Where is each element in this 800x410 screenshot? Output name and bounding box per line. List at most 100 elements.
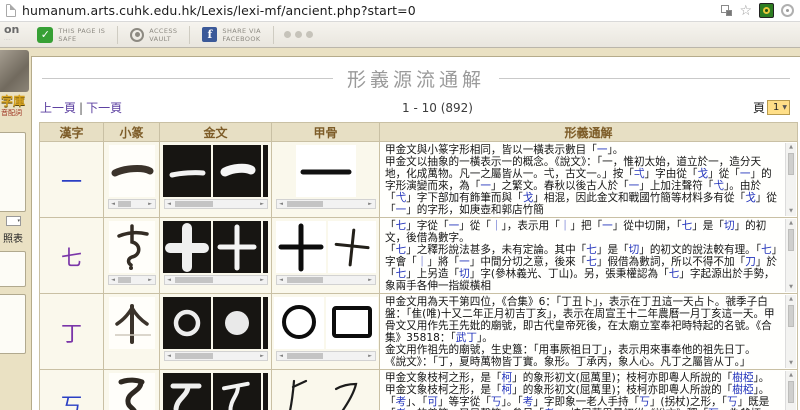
inline-char-link[interactable]: 可 (427, 396, 438, 408)
inline-char-link[interactable]: 丂 (727, 396, 738, 408)
inline-char-link[interactable]: 七 (396, 268, 407, 280)
next-page-link[interactable]: 下一頁 (86, 101, 122, 115)
seal-script-image[interactable] (109, 145, 155, 197)
extension-badge-icon[interactable] (759, 3, 774, 18)
inline-char-link[interactable]: 戈 (523, 192, 534, 204)
sidebar-dropdown[interactable]: ▾ (6, 216, 21, 226)
bronze-script-image[interactable] (263, 221, 268, 273)
bronze-script-image[interactable] (163, 221, 211, 273)
inline-char-link[interactable]: 七 (586, 244, 597, 256)
oracle-bone-image[interactable] (328, 221, 376, 273)
seal-script-image[interactable] (109, 221, 155, 273)
vertical-scrollbar[interactable]: ▲▼ (785, 295, 796, 368)
inline-char-link[interactable]: 七 (586, 256, 597, 268)
oracle-bone-image[interactable] (274, 297, 324, 349)
inline-char-link[interactable]: 丂 (639, 396, 650, 408)
inline-char-link[interactable]: 切 (629, 244, 640, 256)
inline-char-link[interactable]: 七 (669, 268, 680, 280)
inline-char-link[interactable]: 七 (682, 220, 693, 232)
char-link[interactable]: 丂 (61, 394, 82, 410)
oracle-bone-image[interactable] (276, 221, 326, 273)
seal-script-image[interactable] (109, 373, 155, 410)
inline-char-link[interactable]: 一 (396, 204, 407, 216)
inline-char-link[interactable]: ｜ (491, 220, 502, 232)
bronze-script-image[interactable] (263, 373, 268, 410)
seal-image-strip[interactable] (106, 297, 157, 349)
inline-char-link[interactable]: 一 (480, 180, 491, 192)
inline-char-link[interactable]: 七 (761, 244, 772, 256)
inline-char-link[interactable]: 弌 (634, 168, 645, 180)
share-facebook-button[interactable]: f SHARE VIA FACEBOOK (190, 22, 273, 47)
inline-char-link[interactable]: 一 (629, 180, 640, 192)
url-text[interactable]: humanum.arts.cuhk.edu.hk/Lexis/lexi-mf/a… (22, 3, 715, 18)
inline-char-link[interactable]: 柯 (502, 372, 513, 384)
inline-char-link[interactable]: 考 (523, 396, 534, 408)
bronze-script-image[interactable] (163, 373, 211, 410)
char-link[interactable]: 七 (61, 246, 82, 270)
bronze-script-image[interactable] (213, 221, 261, 273)
bronze-script-image[interactable] (163, 145, 211, 197)
toolbar-more-dots-icon[interactable] (274, 31, 313, 38)
inline-char-link[interactable]: 弋 (396, 192, 407, 204)
inline-char-link[interactable]: 弋 (713, 180, 724, 192)
info-circle-icon[interactable] (781, 4, 794, 17)
seal-image-strip[interactable] (106, 145, 157, 197)
inline-char-link[interactable]: 武丁 (456, 332, 477, 344)
inline-char-link[interactable]: 一 (459, 256, 470, 268)
page-select-dropdown[interactable]: 1▼ (767, 100, 790, 115)
vertical-scrollbar[interactable]: ▲▼ (785, 219, 796, 292)
seal-image-strip[interactable] (106, 373, 157, 410)
horizontal-scrollbar[interactable]: ◄► (276, 199, 376, 209)
inline-char-link[interactable]: ｜ (560, 220, 571, 232)
bronze-script-image[interactable] (263, 297, 268, 349)
inline-char-link[interactable]: 七 (396, 244, 407, 256)
seal-image-strip[interactable] (106, 221, 157, 273)
oracle-bone-image[interactable] (328, 373, 376, 410)
oracle-bone-image[interactable] (296, 145, 356, 197)
vertical-scrollbar[interactable]: ▲▼ (785, 143, 796, 216)
inline-char-link[interactable]: 一 (449, 220, 460, 232)
inline-char-link[interactable]: 一 (597, 144, 608, 156)
horizontal-scrollbar[interactable]: ◄► (164, 275, 268, 285)
oracle-bone-image[interactable] (276, 373, 326, 410)
inline-char-link[interactable]: 一 (740, 168, 751, 180)
bronze-script-image[interactable] (263, 145, 268, 197)
inline-char-link[interactable]: 切 (724, 220, 735, 232)
safe-page-button[interactable]: ✓ THIS PAGE IS SAFE (25, 22, 117, 47)
oracle-image-strip[interactable] (274, 297, 377, 349)
inline-char-link[interactable]: 一 (602, 220, 613, 232)
browser-url-bar[interactable]: humanum.arts.cuhk.edu.hk/Lexis/lexi-mf/a… (0, 0, 800, 22)
inline-char-link[interactable]: 樹椏 (732, 372, 753, 384)
bronze-script-image[interactable] (213, 373, 261, 410)
horizontal-scrollbar[interactable]: ◄► (164, 351, 268, 361)
seal-script-image[interactable] (109, 297, 155, 349)
bronze-script-image[interactable] (163, 297, 211, 349)
extensions-icon[interactable] (721, 5, 732, 16)
vertical-scrollbar[interactable]: ▲▼ (785, 371, 796, 410)
horizontal-scrollbar[interactable]: ◄► (276, 275, 376, 285)
inline-char-link[interactable]: 戈 (745, 192, 756, 204)
inline-char-link[interactable]: ｜ (417, 256, 428, 268)
bronze-image-strip[interactable] (162, 145, 269, 197)
bronze-script-image[interactable] (213, 297, 261, 349)
access-vault-button[interactable]: ACCESS VAULT (118, 22, 189, 47)
bronze-script-image[interactable] (213, 145, 261, 197)
inline-char-link[interactable]: 切 (459, 268, 470, 280)
bookmark-star-icon[interactable]: ☆ (739, 5, 752, 17)
char-link[interactable]: 丁 (61, 322, 82, 346)
inline-char-link[interactable]: 戈 (698, 168, 709, 180)
inline-char-link[interactable]: 柯 (502, 384, 513, 396)
horizontal-scrollbar[interactable]: ◄► (108, 275, 156, 285)
oracle-image-strip[interactable] (274, 221, 377, 273)
inline-char-link[interactable]: 丂 (491, 396, 502, 408)
inline-char-link[interactable]: 刀 (745, 256, 756, 268)
bronze-image-strip[interactable] (162, 373, 269, 410)
horizontal-scrollbar[interactable]: ◄► (108, 199, 156, 209)
oracle-bone-image[interactable] (326, 297, 378, 349)
oracle-image-strip[interactable] (274, 145, 377, 197)
bronze-image-strip[interactable] (162, 297, 269, 349)
char-link[interactable]: 一 (61, 170, 82, 194)
oracle-image-strip[interactable] (274, 373, 377, 410)
inline-char-link[interactable]: 七 (396, 220, 407, 232)
inline-char-link[interactable]: 考 (396, 396, 407, 408)
